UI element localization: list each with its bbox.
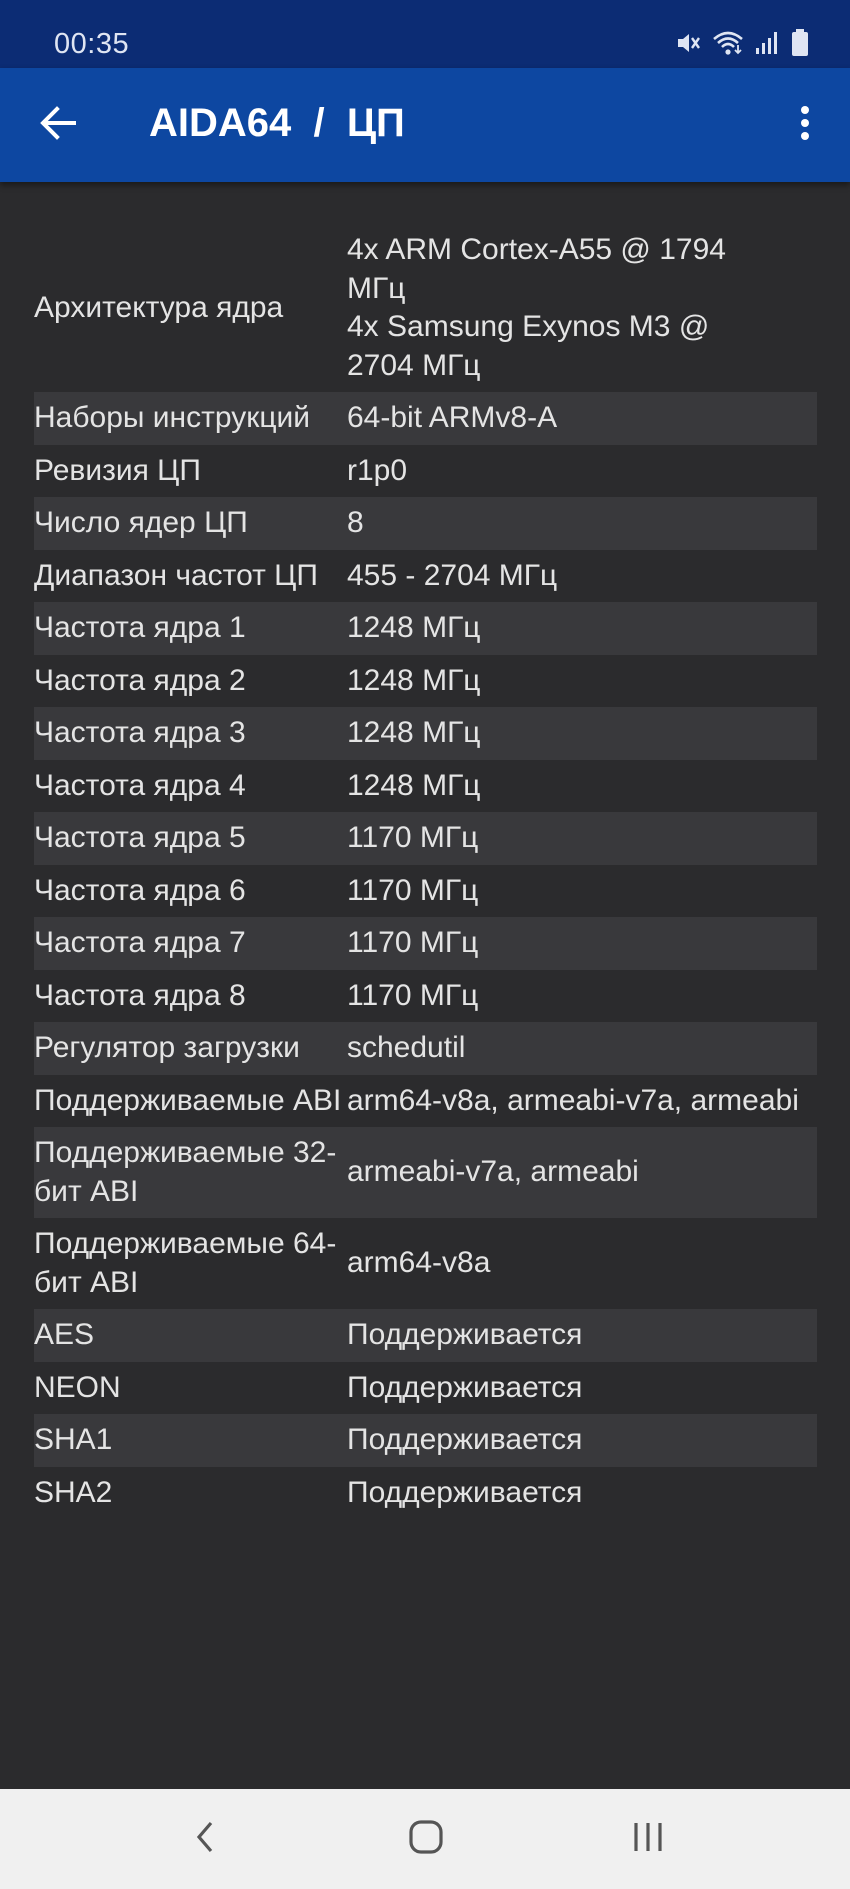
info-row: Частота ядра 7 1170 МГц — [34, 917, 817, 970]
info-row: AES Поддерживается — [34, 1309, 817, 1362]
row-label: Число ядер ЦП — [34, 506, 248, 539]
row-value: arm64-v8a — [347, 1246, 491, 1280]
row-label: Диапазон частот ЦП — [34, 558, 318, 592]
row-value: 1248 МГц — [347, 611, 481, 644]
row-value: 8 — [347, 506, 364, 539]
info-row: Поддерживаемые ABI arm64-v8a, armeabi-v7… — [34, 1075, 817, 1128]
info-row: SHA1 Поддерживается — [34, 1414, 817, 1467]
info-row: Архитектура ядра 4x ARM Cortex-A55 @ 179… — [34, 224, 817, 392]
info-row: NEON Поддерживается — [34, 1362, 817, 1415]
info-row: Частота ядра 8 1170 МГц — [34, 970, 817, 1023]
row-label: Поддерживаемые ABI — [34, 1083, 342, 1117]
row-label: Частота ядра 8 — [34, 978, 246, 1012]
row-value: Поддерживается — [347, 1423, 583, 1456]
row-label: NEON — [34, 1370, 121, 1404]
row-value: 1248 МГц — [347, 768, 481, 802]
signal-icon — [754, 29, 780, 57]
row-label: Поддерживаемые 32-бит ABI — [34, 1136, 337, 1208]
row-value: schedutil — [347, 1031, 466, 1064]
info-row: Поддерживаемые 64-бит ABI arm64-v8a — [34, 1218, 817, 1309]
row-label: Частота ядра 4 — [34, 768, 246, 802]
row-label: AES — [34, 1318, 95, 1351]
nav-recents-button[interactable] — [603, 1809, 693, 1869]
status-time: 00:35 — [54, 28, 130, 60]
row-label: Регулятор загрузки — [34, 1031, 300, 1064]
nav-back-button[interactable] — [160, 1809, 250, 1869]
row-label: Частота ядра 2 — [34, 663, 246, 697]
row-value: 1170 МГц — [347, 926, 479, 959]
info-row: Частота ядра 3 1248 МГц — [34, 707, 817, 760]
navigation-bar — [0, 1789, 850, 1889]
row-value: Поддерживается — [347, 1475, 583, 1509]
status-bar: 00:35 — [0, 0, 850, 68]
row-label: Частота ядра 7 — [34, 926, 246, 959]
row-value: 4x ARM Cortex-A55 @ 1794 МГц 4x Samsung Ex… — [347, 224, 817, 392]
info-row: Частота ядра 1 1248 МГц — [34, 602, 817, 655]
row-value: 1170 МГц — [347, 978, 479, 1012]
info-row: Число ядер ЦП 8 — [34, 497, 817, 550]
row-value: 1170 МГц — [347, 873, 479, 907]
row-label: Архитектура ядра — [34, 290, 284, 324]
back-button[interactable] — [30, 97, 86, 153]
row-value: 64-bit ARMv8-A — [347, 401, 558, 434]
row-value: arm64-v8a, armeabi-v7a, armeabi — [347, 1083, 799, 1117]
row-value-line: 4x ARM Cortex-A55 @ 1794 МГц 4x Samsung Ex… — [347, 233, 726, 382]
info-row: SHA2 Поддерживается — [34, 1467, 817, 1520]
row-label: Частота ядра 5 — [34, 821, 246, 854]
row-label: Наборы инструкций — [34, 401, 311, 434]
info-row: Частота ядра 6 1170 МГц — [34, 865, 817, 918]
info-row: Частота ядра 2 1248 МГц — [34, 655, 817, 708]
nav-home-button[interactable] — [381, 1809, 471, 1869]
row-value: 455 - 2704 МГц — [347, 558, 558, 592]
row-value: 1248 МГц — [347, 716, 481, 749]
row-label: SHA2 — [34, 1475, 113, 1509]
row-label: Частота ядра 1 — [34, 611, 246, 644]
home-icon — [408, 1819, 444, 1860]
mute-icon — [674, 29, 702, 57]
info-row: Диапазон частот ЦП 455 - 2704 МГц — [34, 550, 817, 603]
info-row: Поддерживаемые 32-бит ABI armeabi-v7a, a… — [34, 1127, 817, 1218]
recents-icon — [631, 1820, 665, 1859]
row-value: 1170 МГц — [347, 821, 479, 854]
cpu-info-list: Архитектура ядра 4x ARM Cortex-A55 @ 179… — [34, 224, 817, 1519]
row-value: Поддерживается — [347, 1318, 583, 1351]
row-label: Частота ядра 3 — [34, 716, 246, 749]
info-row: Наборы инструкций 64-bit ARMv8-A — [34, 392, 817, 445]
app-bar: AIDA64 / ЦП — [0, 68, 850, 182]
overflow-menu-button[interactable] — [780, 97, 830, 153]
info-row: Ревизия ЦП r1p0 — [34, 445, 817, 498]
row-label: SHA1 — [34, 1423, 113, 1456]
row-value: r1p0 — [347, 453, 408, 487]
row-label: Ревизия ЦП — [34, 453, 201, 487]
row-label: Поддерживаемые 64-бит ABI — [34, 1227, 337, 1299]
row-value: 1248 МГц — [347, 663, 481, 697]
battery-icon — [790, 28, 810, 58]
page-title: AIDA64 / ЦП — [149, 101, 405, 145]
back-icon — [193, 1819, 217, 1860]
info-row: Регулятор загрузки schedutil — [34, 1022, 817, 1075]
info-row: Частота ядра 5 1170 МГц — [34, 812, 817, 865]
row-value: armeabi-v7a, armeabi — [347, 1155, 639, 1189]
wifi-icon — [712, 29, 744, 57]
status-icons — [674, 26, 810, 60]
more-vertical-icon — [800, 105, 810, 146]
info-row: Частота ядра 4 1248 МГц — [34, 760, 817, 813]
arrow-left-icon — [39, 105, 77, 145]
row-label: Частота ядра 6 — [34, 873, 246, 907]
row-value: Поддерживается — [347, 1370, 583, 1404]
